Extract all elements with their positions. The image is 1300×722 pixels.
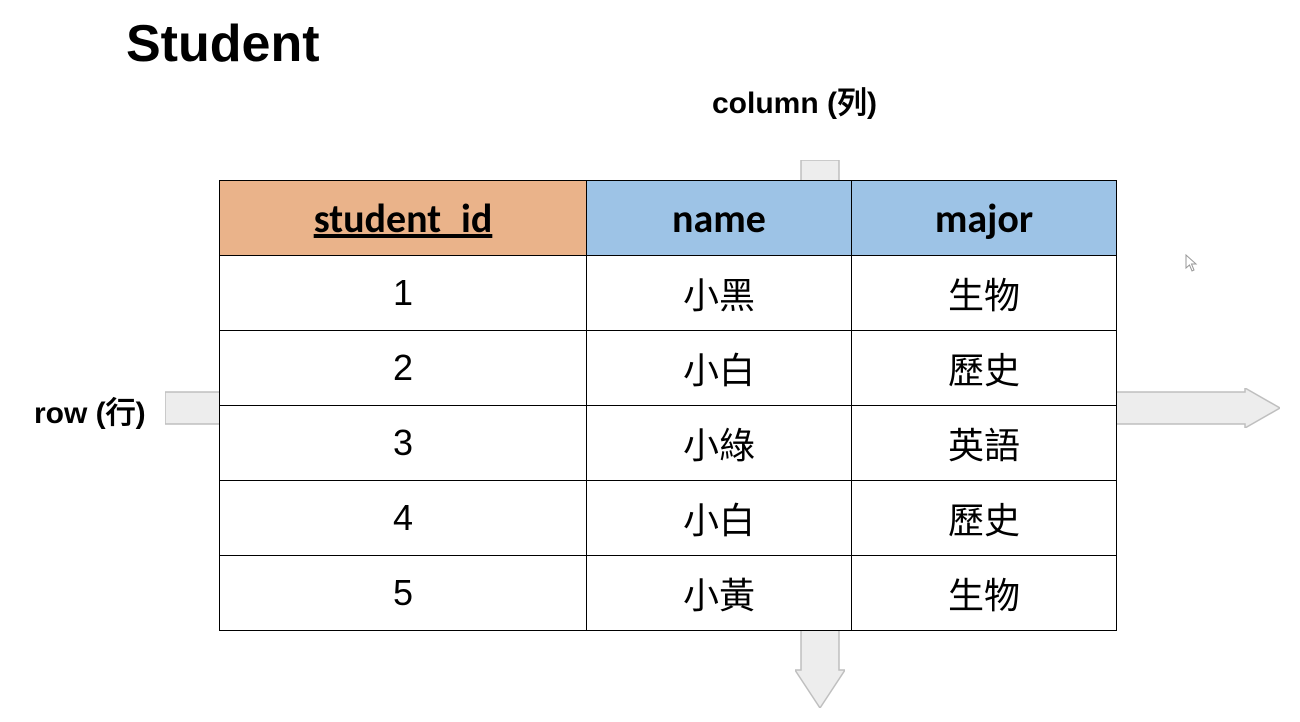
cell-major: 歷史 <box>852 481 1117 556</box>
cell-id: 2 <box>220 331 587 406</box>
table-row: 3 小綠 英語 <box>220 406 1117 481</box>
cell-major: 生物 <box>852 256 1117 331</box>
cell-name: 小黑 <box>587 256 852 331</box>
cell-major: 歷史 <box>852 331 1117 406</box>
cell-id: 3 <box>220 406 587 481</box>
table-row: 1 小黑 生物 <box>220 256 1117 331</box>
table-header-row: student_id name major <box>220 181 1117 256</box>
cell-id: 1 <box>220 256 587 331</box>
table-row: 5 小黃 生物 <box>220 556 1117 631</box>
cell-major: 英語 <box>852 406 1117 481</box>
cursor-icon <box>1185 254 1199 272</box>
header-major: major <box>852 181 1117 256</box>
table-row: 4 小白 歷史 <box>220 481 1117 556</box>
row-annotation-label: row (行) <box>34 388 146 432</box>
column-annotation-label: column (列) <box>712 78 877 122</box>
cell-id: 4 <box>220 481 587 556</box>
cell-name: 小白 <box>587 481 852 556</box>
header-student-id: student_id <box>220 181 587 256</box>
cell-name: 小綠 <box>587 406 852 481</box>
page-title: Student <box>126 14 320 74</box>
cell-id: 5 <box>220 556 587 631</box>
header-name: name <box>587 181 852 256</box>
cell-name: 小黃 <box>587 556 852 631</box>
student-table: student_id name major 1 小黑 生物 2 小白 歷史 3 … <box>219 180 1117 631</box>
table-row: 2 小白 歷史 <box>220 331 1117 406</box>
cell-major: 生物 <box>852 556 1117 631</box>
cell-name: 小白 <box>587 331 852 406</box>
